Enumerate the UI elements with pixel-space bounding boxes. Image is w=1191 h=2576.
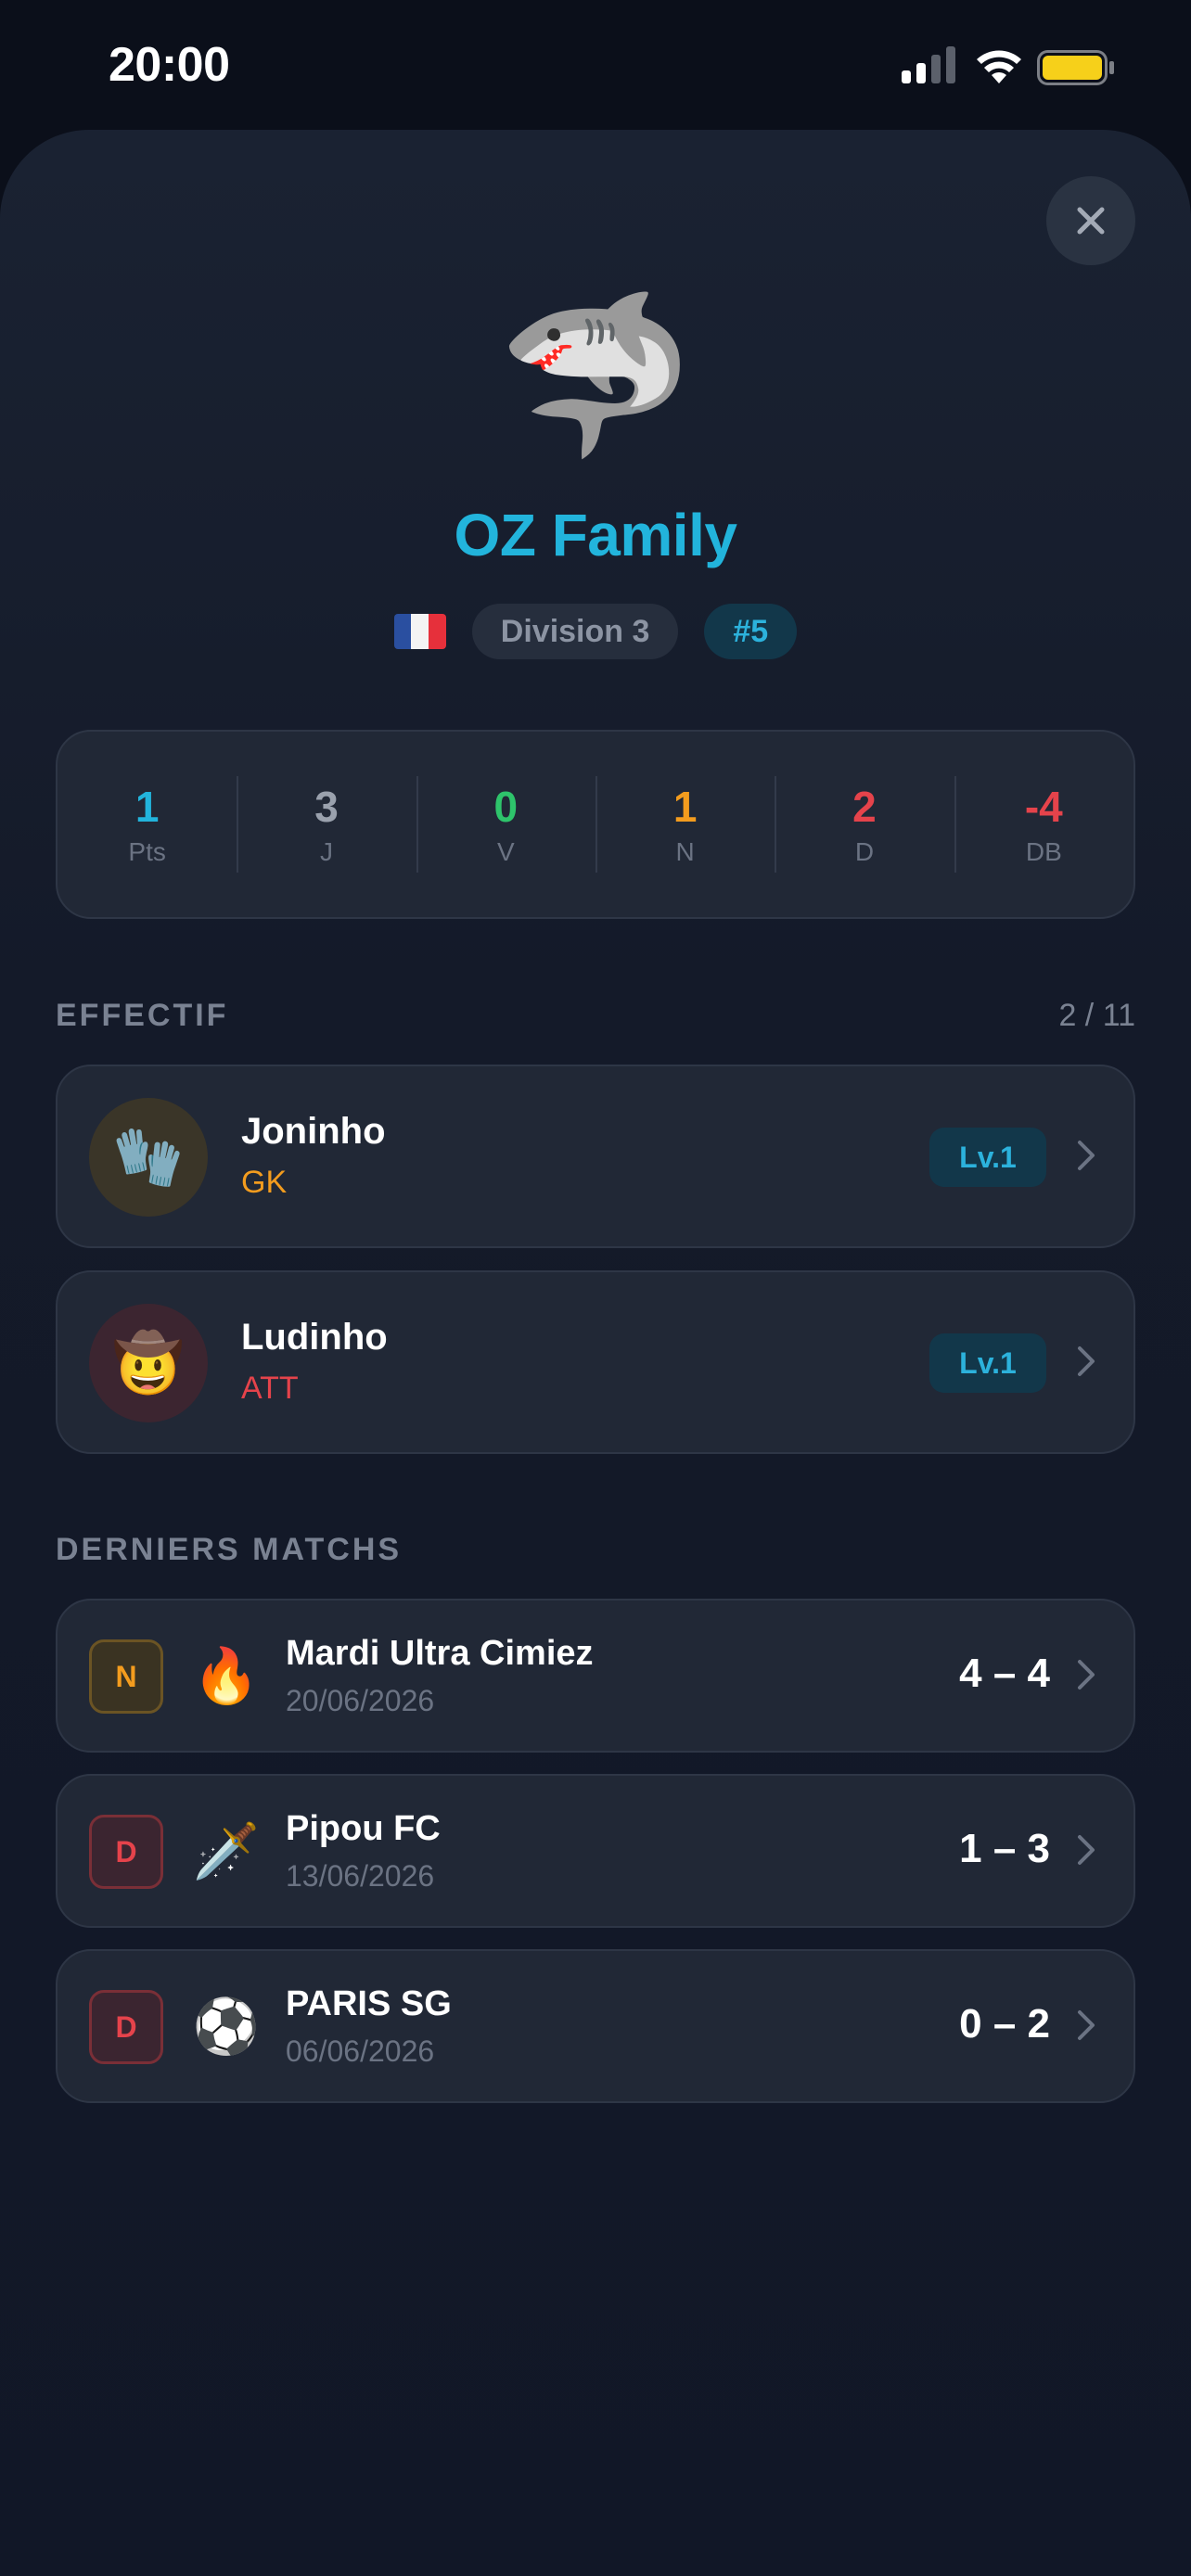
chevron-right-icon: [1078, 1346, 1095, 1376]
match-score: 0 – 2: [959, 2001, 1050, 2047]
stat-label: N: [675, 837, 695, 866]
close-icon: [1077, 207, 1105, 235]
result-badge: D: [89, 1815, 163, 1889]
match-card[interactable]: D ⚽ PARIS SG 06/06/2026 0 – 2: [56, 1949, 1135, 2103]
stats-card: 1 Pts 3 J 0 V 1 N 2 D -4 DB: [56, 730, 1135, 919]
match-date: 20/06/2026: [286, 1684, 435, 1717]
stat-label: Pts: [128, 837, 166, 866]
stat-points: 1 Pts: [58, 732, 237, 917]
opponent-name: Pipou FC: [286, 1809, 441, 1848]
match-card[interactable]: D 🗡️ Pipou FC 13/06/2026 1 – 3: [56, 1774, 1135, 1928]
opponent-name: Mardi Ultra Cimiez: [286, 1634, 594, 1673]
player-card[interactable]: 🧤 Joninho GK Lv.1: [56, 1065, 1135, 1248]
match-score: 1 – 3: [959, 1826, 1050, 1871]
france-flag-icon: [393, 614, 446, 649]
status-bar: 20:00: [0, 0, 1191, 130]
team-name: OZ Family: [454, 502, 737, 568]
stat-losses: 2 D: [775, 732, 954, 917]
level-badge: Lv.1: [929, 1333, 1046, 1393]
chevron-right-icon: [1078, 1660, 1095, 1690]
level-badge: Lv.1: [929, 1128, 1046, 1187]
stat-value: 1: [672, 783, 698, 831]
player-avatar: 🤠: [89, 1304, 208, 1422]
soccer-ball-icon: ⚽: [192, 1996, 261, 2057]
result-badge: D: [89, 1990, 163, 2064]
player-position: GK: [241, 1165, 288, 1200]
stat-label: D: [854, 837, 875, 866]
chevron-right-icon: [1078, 1835, 1095, 1865]
status-time: 20:00: [109, 38, 230, 92]
matches-title: DERNIERS MATCHS: [56, 1532, 403, 1567]
match-date: 06/06/2026: [286, 2034, 435, 2068]
team-meta: Division 3 #5: [0, 604, 1191, 659]
player-position: ATT: [241, 1371, 299, 1406]
stat-value: 2: [852, 783, 877, 831]
player-card[interactable]: 🤠 Ludinho ATT Lv.1: [56, 1270, 1135, 1454]
match-date: 13/06/2026: [286, 1859, 435, 1893]
player-name: Joninho: [241, 1111, 386, 1152]
stat-played: 3 J: [237, 732, 416, 917]
battery-icon: [1037, 50, 1114, 85]
team-logo: 🦈: [497, 287, 694, 464]
stat-value: 0: [493, 783, 519, 831]
stat-value: 3: [314, 783, 339, 831]
stat-label: V: [496, 837, 515, 866]
opponent-name: PARIS SG: [286, 1984, 452, 2023]
result-badge: N: [89, 1639, 163, 1714]
division-badge: Division 3: [471, 604, 679, 659]
chevron-right-icon: [1078, 1141, 1095, 1170]
team-detail-sheet: 🦈 OZ Family Division 3 #5 1 Pts 3 J 0 V …: [0, 130, 1191, 2576]
stat-draws: 1 N: [595, 732, 775, 917]
match-card[interactable]: N 🔥 Mardi Ultra Cimiez 20/06/2026 4 – 4: [56, 1599, 1135, 1753]
cellular-signal-icon: [902, 46, 955, 83]
stat-value: 1: [134, 783, 160, 831]
effectif-count: 2 / 11: [1058, 998, 1135, 1033]
chevron-right-icon: [1078, 2010, 1095, 2040]
stat-goal-difference: -4 DB: [954, 732, 1133, 917]
stat-wins: 0 V: [416, 732, 596, 917]
rank-badge: #5: [704, 604, 798, 659]
wifi-icon: [977, 50, 1021, 83]
stat-label: J: [319, 837, 333, 866]
stat-value: -4: [1024, 783, 1063, 831]
close-button[interactable]: [1046, 176, 1135, 265]
fire-icon: 🔥: [192, 1646, 261, 1706]
effectif-title: EFFECTIF: [56, 998, 229, 1033]
player-avatar: 🧤: [89, 1098, 208, 1217]
dagger-icon: 🗡️: [192, 1821, 261, 1881]
player-name: Ludinho: [241, 1317, 388, 1358]
stat-label: DB: [1025, 837, 1062, 866]
match-score: 4 – 4: [959, 1651, 1050, 1696]
